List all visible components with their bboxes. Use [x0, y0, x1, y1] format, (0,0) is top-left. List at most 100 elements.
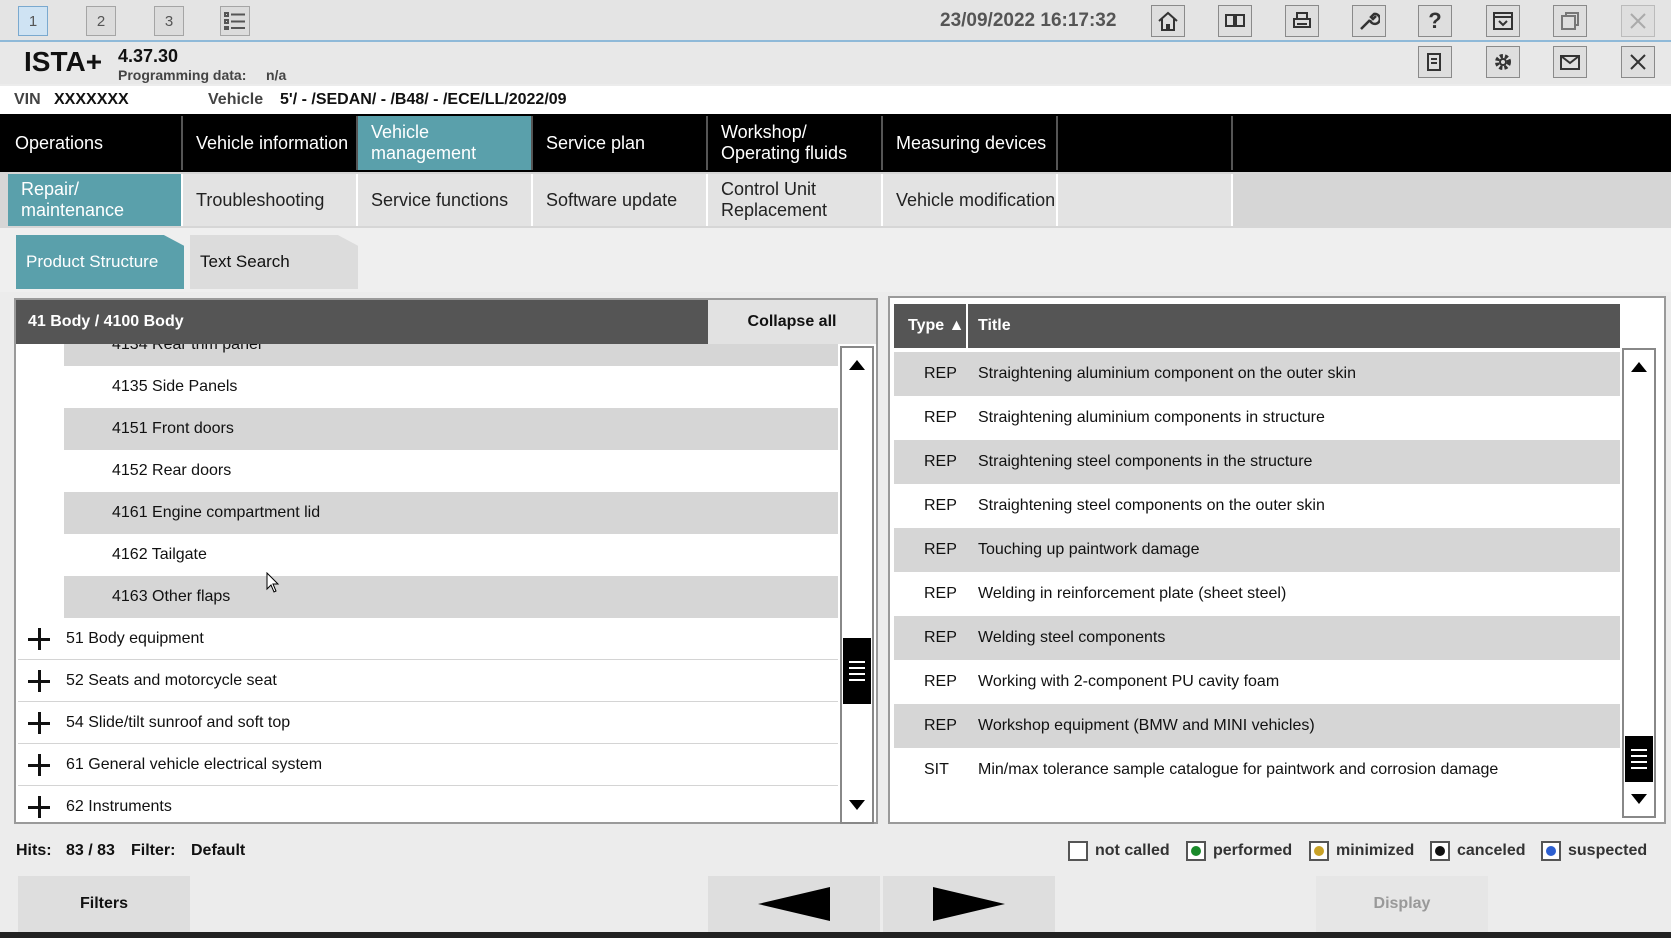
- column-type[interactable]: Type ▲: [894, 304, 968, 348]
- legend-label: suspected: [1568, 842, 1648, 859]
- tab-empty: [1058, 174, 1233, 226]
- legend-canceled: canceled: [1430, 841, 1525, 861]
- legend-not-called: not called: [1068, 841, 1170, 861]
- tab-service-plan[interactable]: Service plan: [533, 116, 708, 170]
- filters-button[interactable]: Filters: [18, 876, 190, 932]
- expand-icon[interactable]: [28, 670, 50, 692]
- row-title: Straightening steel components in the st…: [978, 453, 1313, 470]
- forward-button[interactable]: [883, 876, 1055, 932]
- expand-icon[interactable]: [28, 712, 50, 734]
- row-title: Straightening steel components on the ou…: [978, 497, 1325, 514]
- table-row[interactable]: SIT Min/max tolerance sample catalogue fo…: [894, 748, 1620, 792]
- filter-value: Default: [191, 842, 246, 859]
- table-row[interactable]: REP Workshop equipment (BMW and MINI vehi…: [894, 704, 1620, 748]
- documents-scrollbar[interactable]: [1622, 348, 1656, 818]
- row-type: SIT: [924, 761, 949, 778]
- workspace-2-button[interactable]: 2: [86, 6, 116, 36]
- scroll-down-icon[interactable]: [1624, 784, 1654, 814]
- tab-vehicle-information[interactable]: Vehicle information: [183, 116, 358, 170]
- tree-group-label: 62 Instruments: [66, 797, 172, 815]
- close-session-icon[interactable]: [1621, 46, 1655, 78]
- close-window-icon[interactable]: [1621, 5, 1655, 37]
- mail-icon[interactable]: [1553, 46, 1587, 78]
- workspace-3-button[interactable]: 3: [154, 6, 184, 36]
- tab-operations[interactable]: Operations: [2, 116, 183, 170]
- display-button[interactable]: Display: [1316, 876, 1488, 932]
- tab-control-unit-replacement[interactable]: Control Unit Replacement: [708, 174, 883, 226]
- tab-text-search[interactable]: Text Search: [190, 235, 358, 289]
- back-button[interactable]: [708, 876, 880, 932]
- table-row[interactable]: REP Welding steel components: [894, 616, 1620, 660]
- row-title: Touching up paintwork damage: [978, 541, 1200, 558]
- split-view-icon[interactable]: [1218, 5, 1252, 37]
- tree-item[interactable]: 4152 Rear doors: [64, 450, 838, 492]
- minimized-status-icon: [1309, 841, 1329, 861]
- tab-software-update[interactable]: Software update: [533, 174, 708, 226]
- tab-vehicle-management[interactable]: Vehicle management: [358, 116, 533, 170]
- tab-measuring-devices[interactable]: Measuring devices: [883, 116, 1058, 170]
- documents-table-header: Type ▲ Title: [894, 304, 1620, 348]
- tab-repair-maintenance[interactable]: Repair/ maintenance: [8, 174, 183, 226]
- tab-vehicle-modification[interactable]: Vehicle modification: [883, 174, 1058, 226]
- tree-item[interactable]: 4134 Rear trim panel: [64, 344, 838, 366]
- scroll-up-icon[interactable]: [1624, 352, 1654, 382]
- settings-icon[interactable]: [1486, 46, 1520, 78]
- tree-item[interactable]: 4163 Other flaps: [64, 576, 838, 618]
- row-type: REP: [924, 585, 957, 602]
- tab-product-structure[interactable]: Product Structure: [16, 235, 184, 289]
- tree-item[interactable]: 4135 Side Panels: [64, 366, 838, 408]
- document-icon[interactable]: [1418, 46, 1452, 78]
- wrench-icon[interactable]: [1352, 5, 1386, 37]
- ista-window: 1 2 3 23/09/2022 16:17:32 ? ISTA+ 4.37.3…: [0, 0, 1671, 938]
- row-title: Straightening aluminium components in st…: [978, 409, 1325, 426]
- tree-item[interactable]: 4162 Tailgate: [64, 534, 838, 576]
- tab-empty: [1058, 116, 1233, 170]
- performed-status-icon: [1186, 841, 1206, 861]
- vin-value: XXXXXXX: [54, 91, 129, 108]
- collapse-all-button[interactable]: Collapse all: [708, 300, 876, 344]
- hits-label: Hits:: [16, 842, 52, 859]
- list-icon[interactable]: [220, 6, 250, 36]
- tab-service-functions[interactable]: Service functions: [358, 174, 533, 226]
- legend-performed: performed: [1186, 841, 1292, 861]
- tree-scrollbar[interactable]: [840, 346, 874, 824]
- tree-item[interactable]: 4161 Engine compartment lid: [64, 492, 838, 534]
- scroll-up-icon[interactable]: [842, 350, 872, 380]
- table-row[interactable]: REP Straightening aluminium component on …: [894, 352, 1620, 396]
- tree-group[interactable]: 51 Body equipment: [18, 618, 838, 660]
- dropdown-window-icon[interactable]: [1486, 5, 1520, 37]
- table-row[interactable]: REP Touching up paintwork damage: [894, 528, 1620, 572]
- legend-minimized: minimized: [1309, 841, 1414, 861]
- row-title: Working with 2-component PU cavity foam: [978, 673, 1280, 690]
- home-icon[interactable]: [1151, 5, 1185, 37]
- table-row[interactable]: REP Straightening aluminium components in…: [894, 396, 1620, 440]
- row-title: Straightening aluminium component on the…: [978, 365, 1356, 382]
- expand-icon[interactable]: [28, 628, 50, 650]
- workspace-1-button[interactable]: 1: [18, 6, 48, 36]
- help-icon[interactable]: ?: [1418, 5, 1452, 37]
- expand-icon[interactable]: [28, 754, 50, 776]
- scroll-thumb[interactable]: [1625, 736, 1653, 782]
- tree-group[interactable]: 54 Slide/tilt sunroof and soft top: [18, 702, 838, 744]
- table-row[interactable]: REP Working with 2-component PU cavity fo…: [894, 660, 1620, 704]
- table-row[interactable]: REP Straightening steel components in the…: [894, 440, 1620, 484]
- tree-group[interactable]: 61 General vehicle electrical system: [18, 744, 838, 786]
- tab-workshop-operating-fluids[interactable]: Workshop/ Operating fluids: [708, 116, 883, 170]
- scroll-thumb[interactable]: [843, 638, 871, 704]
- product-tree: 4134 Rear trim panel 4135 Side Panels 41…: [18, 344, 838, 822]
- expand-icon[interactable]: [28, 796, 50, 818]
- printer-icon[interactable]: [1285, 5, 1319, 37]
- tree-group[interactable]: 62 Instruments: [18, 786, 838, 822]
- column-title[interactable]: Title: [978, 317, 1011, 335]
- tab-troubleshooting[interactable]: Troubleshooting: [183, 174, 358, 226]
- restore-window-icon[interactable]: [1553, 5, 1587, 37]
- scroll-down-icon[interactable]: [842, 790, 872, 820]
- tree-item[interactable]: 4151 Front doors: [64, 408, 838, 450]
- tree-group[interactable]: 52 Seats and motorcycle seat: [18, 660, 838, 702]
- table-row[interactable]: REP Straightening steel components on the…: [894, 484, 1620, 528]
- arrow-right-icon: [933, 887, 1005, 921]
- app-version: 4.37.30: [118, 46, 179, 66]
- row-type: REP: [924, 673, 957, 690]
- tree-group-label: 54 Slide/tilt sunroof and soft top: [66, 713, 291, 731]
- table-row[interactable]: REP Welding in reinforcement plate (sheet…: [894, 572, 1620, 616]
